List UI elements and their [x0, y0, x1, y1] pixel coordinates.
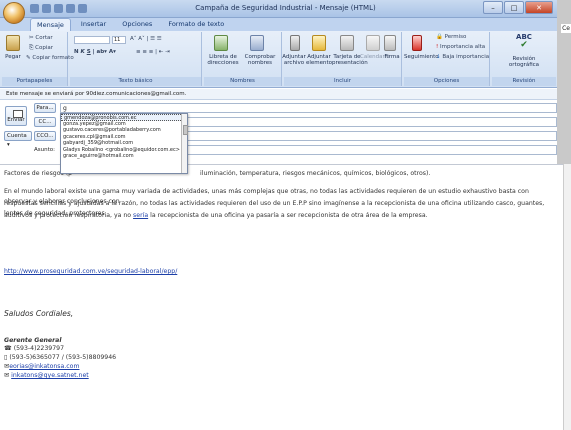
ribbon: Pegar ✂ Cortar ⎘ Copiar ✎ Copiar formato… [0, 31, 557, 88]
to-button[interactable]: Para... [34, 103, 56, 113]
subject-label: Asunto: [34, 147, 55, 153]
business-card-button[interactable]: Tarjeta de presentación [332, 54, 368, 66]
paste-button[interactable]: Pegar [2, 54, 24, 60]
calendar-icon[interactable] [366, 35, 380, 51]
attach-file-button[interactable]: Adjuntar archivo [282, 54, 306, 66]
tab-insertar[interactable]: Insertar [75, 18, 112, 31]
high-importance-button[interactable]: ! Importancia alta [436, 44, 485, 50]
body-line-2c: auditivos y protección respiratoria, ya … [4, 211, 556, 221]
permission-label: Permiso [444, 34, 467, 40]
check-names-icon[interactable] [250, 35, 264, 51]
body-scrollbar[interactable] [563, 164, 571, 430]
signature-email-1: ✉eorias@inkatonsa.com [4, 363, 80, 370]
email2-link[interactable]: inkatons@gye.satnet.net [11, 372, 89, 379]
cut-label: Cortar [35, 35, 53, 41]
checkmark-icon: ✔ [520, 40, 528, 50]
calendar-button: Calendario [360, 54, 390, 60]
autocomplete-dropdown: gmendoza@pronobis.com.ec gonza.yepez@gma… [60, 113, 188, 174]
group-label-revision: Revisión [492, 77, 556, 86]
cut-button[interactable]: ✂ Cortar [29, 35, 53, 41]
format-label: Copiar formato [32, 55, 74, 61]
to-field[interactable]: g [60, 103, 557, 113]
phone1-text: (593-4)2239797 [13, 345, 65, 352]
group-opciones: Seguimiento 🔒 Permiso ! Importancia alta… [404, 32, 490, 86]
font-name-box[interactable] [74, 36, 110, 44]
account-label: Cuenta [7, 133, 27, 139]
attach-item-icon[interactable] [312, 35, 326, 51]
group-label-texto: Texto básico [70, 77, 201, 86]
group-revision: ABC ✔ Revisión ortográfica Revisión [492, 32, 556, 86]
message-body[interactable]: Factores de riesgos (p iluminación, tempe… [0, 164, 565, 430]
tab-mensaje[interactable]: Mensaje [30, 18, 71, 31]
grow-shrink-font[interactable]: A˄ A˅ | ☰ ☰ [130, 36, 162, 42]
url-link[interactable]: http://www.proseguridad.com.ve/seguridad… [4, 267, 556, 277]
account-button[interactable]: Cuenta ▾ [4, 131, 32, 148]
signature-button[interactable]: Firma [384, 54, 400, 60]
high-label: Importancia alta [439, 44, 486, 50]
p2c-part2: la recepcionista de una oficina ya pasar… [148, 212, 428, 219]
autocomplete-item[interactable]: grace_aguirre@hotmail.com [61, 153, 187, 160]
signature-email-2: ✉ inkatons@gye.satnet.net [4, 372, 89, 379]
title-bar: Campaña de Seguridad Industrial - Mensaj… [0, 0, 571, 18]
office-button[interactable] [3, 2, 25, 24]
address-book-button[interactable]: Libreta de direcciones [204, 54, 242, 66]
alignment-row[interactable]: ≡ ≡ ≡ | ⇤ ⇥ [136, 49, 170, 55]
address-book-icon[interactable] [214, 35, 228, 51]
group-nombres: Libreta de direcciones Comprobar nombres… [204, 32, 282, 86]
tab-opciones[interactable]: Opciones [116, 18, 158, 31]
minimize-button[interactable]: – [483, 1, 503, 14]
permission-button[interactable]: 🔒 Permiso [436, 34, 466, 40]
url-text[interactable]: http://www.proseguridad.com.ve/seguridad… [4, 268, 177, 275]
email1-link[interactable]: eorias@inkatonsa.com [9, 363, 79, 370]
font-size-box[interactable]: 11 [112, 36, 126, 44]
signature-phone-2: ▯ (593-5)6365077 / (593-5)8809946 [4, 354, 117, 361]
copy-button[interactable]: ⎘ Copiar [29, 45, 53, 52]
spellcheck-button[interactable]: Revisión ortográfica [500, 56, 548, 68]
send-button[interactable]: Enviar [5, 106, 27, 126]
group-label-portapapeles: Portapapeles [2, 77, 67, 86]
paste-icon[interactable] [6, 35, 20, 51]
autocomplete-scrollbar[interactable] [181, 114, 188, 173]
group-incluir: Adjuntar archivo Adjuntar elemento Tarje… [282, 32, 402, 86]
tab-formato[interactable]: Formato de texto [162, 18, 230, 31]
p2c-part1: auditivos y protección respiratoria, ya … [4, 212, 134, 219]
font-format-row[interactable]: N K S | ab▾ A▾ [74, 49, 116, 55]
follow-up-button[interactable]: Seguimiento [404, 54, 439, 60]
group-label-nombres: Nombres [204, 77, 281, 86]
p2c-link[interactable]: sería [133, 212, 148, 219]
cco-button[interactable]: CCO... [34, 131, 56, 141]
group-texto-basico: 11 A˄ A˅ | ☰ ☰ N K S | ab▾ A▾ ≡ ≡ ≡ | ⇤ … [70, 32, 202, 86]
follow-up-flag-icon[interactable] [412, 35, 422, 51]
check-names-button[interactable]: Comprobar nombres [240, 54, 280, 66]
group-portapapeles: Pegar ✂ Cortar ⎘ Copiar ✎ Copiar formato… [2, 32, 74, 86]
cc-button[interactable]: CC... [34, 117, 56, 127]
side-label: Ce [561, 24, 571, 33]
close-button[interactable]: ✕ [525, 1, 553, 14]
low-importance-button[interactable]: ↓ Baja importancia [436, 54, 489, 60]
greeting: Saludos Cordiales, [4, 309, 74, 318]
low-label: Baja importancia [442, 54, 490, 60]
maximize-button[interactable]: □ [504, 1, 524, 14]
signature-title: Gerente General [4, 337, 62, 344]
p1-suffix: iluminación, temperatura, riesgos mecáni… [200, 170, 431, 177]
signature-icon[interactable] [384, 35, 396, 51]
window-controls: – □ ✕ [483, 1, 553, 14]
ribbon-tabs: Mensaje Insertar Opciones Formato de tex… [0, 18, 557, 31]
format-painter-button[interactable]: ✎ Copiar formato [26, 55, 74, 61]
attach-item-button[interactable]: Adjuntar elemento [306, 54, 332, 66]
group-label-opciones: Opciones [404, 77, 489, 86]
copy-label: Copiar [35, 45, 54, 51]
paperclip-icon[interactable] [290, 35, 300, 51]
group-label-incluir: Incluir [284, 77, 401, 86]
info-bar: Este mensaje se enviará por 90diez.comun… [0, 89, 557, 100]
signature-phone-1: ☎ (593-4)2239797 [4, 345, 65, 352]
business-card-icon[interactable] [340, 35, 354, 51]
phone2-text: (593-5)6365077 / (593-5)8809946 [9, 354, 117, 361]
